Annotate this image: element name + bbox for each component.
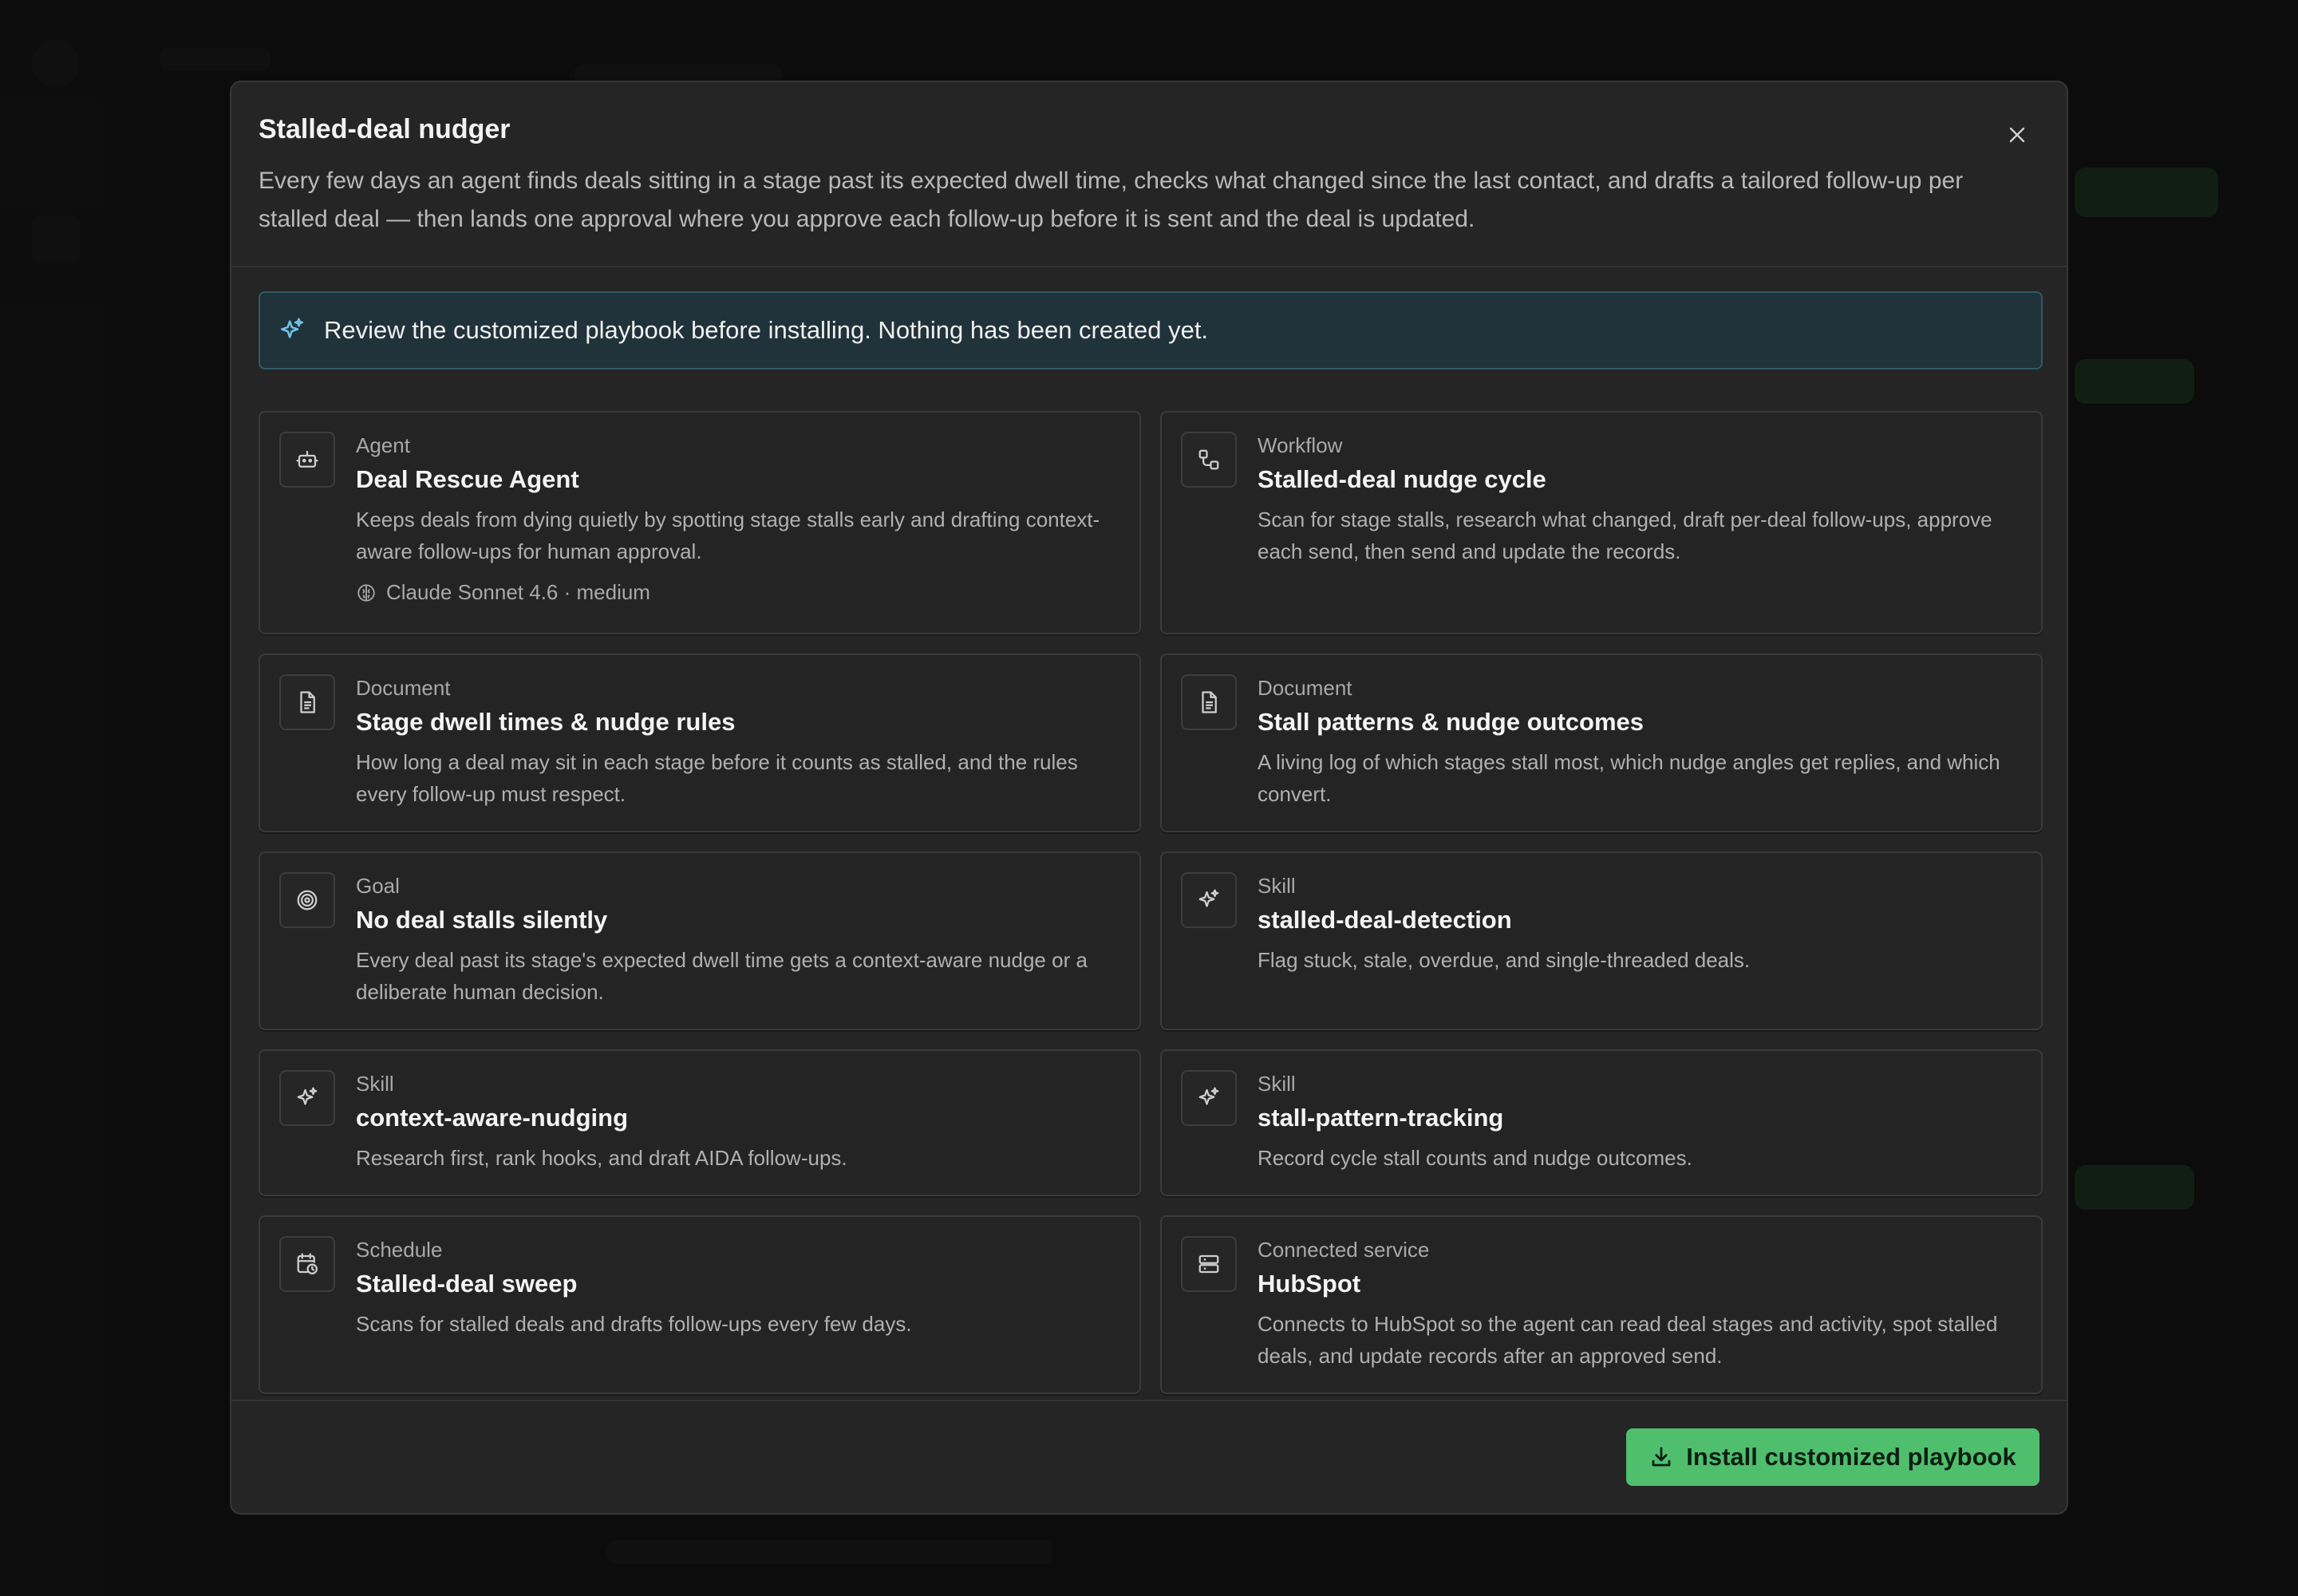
- dialog-footer: Install customized playbook: [231, 1400, 2067, 1513]
- card-title: Stage dwell times & nudge rules: [356, 708, 736, 736]
- playbook-card-document[interactable]: Document Stage dwell times & nudge rules…: [259, 654, 1141, 832]
- notice-text: Review the customized playbook before in…: [324, 316, 1209, 344]
- document-icon: [1181, 674, 1237, 730]
- card-description: Every deal past its stage's expected dwe…: [356, 948, 1088, 1004]
- card-type: Skill: [1258, 874, 1296, 898]
- card-title: Deal Rescue Agent: [356, 465, 579, 493]
- target-icon: [279, 872, 335, 928]
- download-icon: [1652, 1447, 1671, 1467]
- sparkle-icon: [1181, 1070, 1237, 1126]
- card-description: How long a deal may sit in each stage be…: [356, 750, 1078, 806]
- card-type: Connected service: [1258, 1238, 1430, 1262]
- playbook-card-document[interactable]: Document Stall patterns & nudge outcomes…: [1160, 654, 2043, 832]
- playbook-card-workflow[interactable]: Workflow Stalled-deal nudge cycle Scan f…: [1160, 411, 2043, 634]
- card-title: stalled-deal-detection: [1258, 906, 1512, 934]
- playbook-card-skill[interactable]: Skill context-aware-nudging Research fir…: [259, 1049, 1141, 1196]
- card-type: Schedule: [356, 1238, 443, 1262]
- card-description: Keeps deals from dying quietly by spotti…: [356, 508, 1100, 563]
- card-title: Stall patterns & nudge outcomes: [1258, 708, 1645, 736]
- card-title: Stalled-deal nudge cycle: [1258, 465, 1546, 493]
- server-icon: [1181, 1236, 1237, 1292]
- card-type: Agent: [356, 433, 410, 457]
- robot-icon: [279, 432, 335, 488]
- card-title: context-aware-nudging: [356, 1104, 629, 1132]
- card-description: Scans for stalled deals and drafts follo…: [356, 1312, 912, 1336]
- model-label: Claude Sonnet 4.6 · medium: [386, 580, 650, 604]
- install-playbook-button[interactable]: Install customized playbook: [1626, 1428, 2039, 1486]
- dialog-header: Stalled-deal nudger Every few days an ag…: [231, 82, 2067, 267]
- playbook-card-schedule[interactable]: Schedule Stalled-deal sweep Scans for st…: [259, 1215, 1141, 1394]
- card-type: Workflow: [1258, 433, 1343, 457]
- sparkle-icon: [278, 316, 306, 345]
- card-type: Document: [356, 676, 451, 700]
- card-type: Skill: [356, 1072, 394, 1096]
- playbook-card-skill[interactable]: Skill stall-pattern-tracking Record cycl…: [1160, 1049, 2043, 1196]
- card-title: stall-pattern-tracking: [1258, 1104, 1504, 1132]
- brain-icon: [357, 583, 375, 602]
- card-title: HubSpot: [1258, 1270, 1361, 1298]
- card-type: Skill: [1258, 1072, 1296, 1096]
- card-description: Connects to HubSpot so the agent can rea…: [1258, 1312, 1998, 1368]
- playbook-card-goal[interactable]: Goal No deal stalls silently Every deal …: [259, 851, 1141, 1030]
- card-type: Document: [1258, 676, 1352, 700]
- card-description: Research first, rank hooks, and draft AI…: [356, 1146, 847, 1170]
- sparkle-icon: [279, 1070, 335, 1126]
- playbook-card-agent[interactable]: Agent Deal Rescue Agent Keeps deals from…: [259, 411, 1141, 634]
- calendar-clock-icon: [279, 1236, 335, 1292]
- card-type: Goal: [356, 874, 400, 898]
- card-description: Record cycle stall counts and nudge outc…: [1258, 1146, 1692, 1170]
- playbook-install-dialog: Stalled-deal nudger Every few days an ag…: [230, 81, 2068, 1515]
- close-button[interactable]: [2000, 117, 2035, 152]
- card-description: Flag stuck, stale, overdue, and single-t…: [1258, 948, 1751, 972]
- card-description: A living log of which stages stall most,…: [1258, 750, 2000, 806]
- review-notice: Review the customized playbook before in…: [259, 291, 2043, 369]
- playbook-card-connected-service[interactable]: Connected service HubSpot Connects to Hu…: [1160, 1215, 2043, 1394]
- close-icon: [2009, 127, 2025, 143]
- card-title: No deal stalls silently: [356, 906, 608, 934]
- sparkle-icon: [1181, 872, 1237, 928]
- document-icon: [279, 674, 335, 730]
- dialog-title: Stalled-deal nudger: [259, 114, 511, 144]
- dialog-description: Every few days an agent finds deals sitt…: [259, 168, 1964, 232]
- workflow-icon: [1181, 432, 1237, 488]
- install-label: Install customized playbook: [1686, 1443, 2016, 1471]
- model-info: Claude Sonnet 4.6 · medium: [356, 580, 650, 605]
- playbook-card-skill[interactable]: Skill stalled-deal-detection Flag stuck,…: [1160, 851, 2043, 1030]
- card-title: Stalled-deal sweep: [356, 1270, 578, 1298]
- card-description: Scan for stage stalls, research what cha…: [1258, 508, 1992, 563]
